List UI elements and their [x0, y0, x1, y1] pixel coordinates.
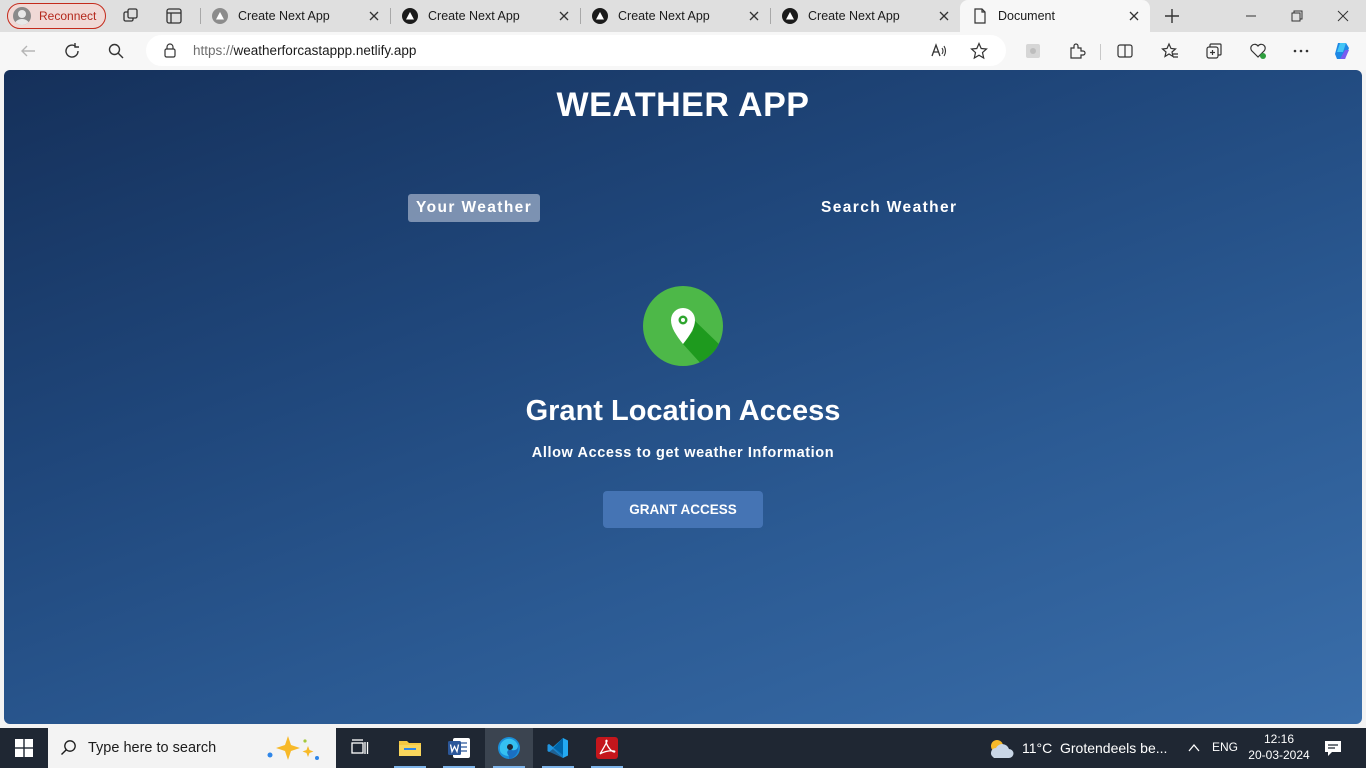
- edge-icon[interactable]: [485, 728, 533, 768]
- tab-document[interactable]: Document: [960, 0, 1150, 32]
- notifications-icon[interactable]: [1323, 739, 1343, 762]
- file-explorer-icon[interactable]: [386, 728, 434, 768]
- tab-title: Create Next App: [428, 9, 520, 23]
- close-tab-icon[interactable]: [936, 8, 952, 24]
- tab-create-next-app-3[interactable]: Create Next App: [580, 0, 770, 32]
- close-tab-icon[interactable]: [1126, 8, 1142, 24]
- weather-app-page: WEATHER APP Your Weather Search Weather …: [4, 70, 1362, 724]
- windows-taskbar: Type here to search 11°C Grotendeels be.…: [0, 728, 1366, 768]
- url-host: weatherforcastappp.netlify.app: [233, 43, 417, 58]
- toolbar-divider: [1100, 44, 1101, 60]
- sparkle-icon: [264, 734, 326, 767]
- tab-title: Create Next App: [238, 9, 330, 23]
- search-placeholder: Type here to search: [88, 740, 217, 756]
- tab-create-next-app-2[interactable]: Create Next App: [390, 0, 580, 32]
- browser-essentials-icon[interactable]: [1247, 40, 1269, 62]
- task-view-icon[interactable]: [336, 728, 384, 768]
- browser-toolbar: https://weatherforcastappp.netlify.app: [0, 32, 1366, 70]
- extension-puzzle-grey-icon[interactable]: [1022, 40, 1044, 62]
- favorite-star-icon[interactable]: [970, 42, 988, 65]
- chevron-up-icon[interactable]: [1186, 740, 1202, 761]
- close-tab-icon[interactable]: [366, 8, 382, 24]
- tab-search-weather[interactable]: Search Weather: [813, 194, 965, 222]
- document-favicon-icon: [972, 8, 988, 24]
- tab-title: Create Next App: [618, 9, 710, 23]
- nextjs-favicon-icon: [212, 8, 228, 24]
- tab-create-next-app-4[interactable]: Create Next App: [770, 0, 960, 32]
- grant-location-subtitle: Allow Access to get weather Information: [531, 445, 835, 461]
- close-window-button[interactable]: [1320, 0, 1366, 32]
- grant-access-button[interactable]: GRANT ACCESS: [603, 491, 763, 528]
- url-text[interactable]: https://weatherforcastappp.netlify.app: [193, 43, 416, 58]
- tab-create-next-app-1[interactable]: Create Next App: [200, 0, 390, 32]
- copilot-icon[interactable]: [1332, 40, 1354, 62]
- search-icon: [60, 739, 78, 762]
- windows-start-icon[interactable]: [0, 728, 48, 768]
- grant-location-title: Grant Location Access: [525, 395, 841, 427]
- taskbar-search-box[interactable]: Type here to search: [48, 728, 336, 768]
- new-tab-icon[interactable]: [1163, 7, 1181, 25]
- nextjs-favicon-icon: [782, 8, 798, 24]
- weather-temperature[interactable]: 11°C: [1022, 740, 1052, 756]
- tab-your-weather[interactable]: Your Weather: [408, 194, 541, 222]
- nextjs-favicon-icon: [402, 8, 418, 24]
- workspaces-icon[interactable]: [122, 7, 140, 25]
- back-icon[interactable]: [17, 40, 39, 62]
- read-aloud-icon[interactable]: [930, 42, 948, 65]
- profile-label: Reconnect: [39, 9, 97, 23]
- clock-date: 20-03-2024: [1248, 748, 1310, 762]
- word-icon[interactable]: [435, 728, 483, 768]
- close-tab-icon[interactable]: [746, 8, 762, 24]
- more-options-icon[interactable]: [1290, 40, 1312, 62]
- tab-title: Document: [998, 9, 1055, 23]
- minimize-button[interactable]: [1228, 0, 1274, 32]
- clock-time: 12:16: [1263, 732, 1295, 746]
- split-screen-icon[interactable]: [1114, 40, 1136, 62]
- lock-icon[interactable]: [162, 42, 178, 63]
- collections-icon[interactable]: [1203, 40, 1225, 62]
- system-clock[interactable]: 12:16 20-03-2024: [1248, 731, 1310, 763]
- close-tab-icon[interactable]: [556, 8, 572, 24]
- search-icon[interactable]: [105, 40, 127, 62]
- nextjs-favicon-icon: [592, 8, 608, 24]
- favorites-icon[interactable]: [1159, 40, 1181, 62]
- vertical-tabs-icon[interactable]: [165, 7, 183, 25]
- address-bar[interactable]: https://weatherforcastappp.netlify.app: [146, 35, 1006, 66]
- weather-cloud-icon[interactable]: [986, 737, 1016, 766]
- extensions-icon[interactable]: [1066, 40, 1088, 62]
- acrobat-icon[interactable]: [583, 728, 631, 768]
- avatar: [13, 7, 31, 25]
- page-title: WEATHER APP: [556, 86, 810, 124]
- vscode-icon[interactable]: [534, 728, 582, 768]
- refresh-icon[interactable]: [61, 40, 83, 62]
- tab-title: Create Next App: [808, 9, 900, 23]
- weather-description[interactable]: Grotendeels be...: [1060, 740, 1167, 756]
- url-scheme: https://: [193, 43, 234, 58]
- location-pin-icon: [643, 286, 723, 366]
- profile-button[interactable]: Reconnect: [7, 3, 106, 29]
- language-indicator[interactable]: ENG: [1212, 740, 1238, 754]
- restore-button[interactable]: [1274, 0, 1320, 32]
- browser-tab-strip: Reconnect Create Next App Create Next Ap…: [0, 0, 1366, 32]
